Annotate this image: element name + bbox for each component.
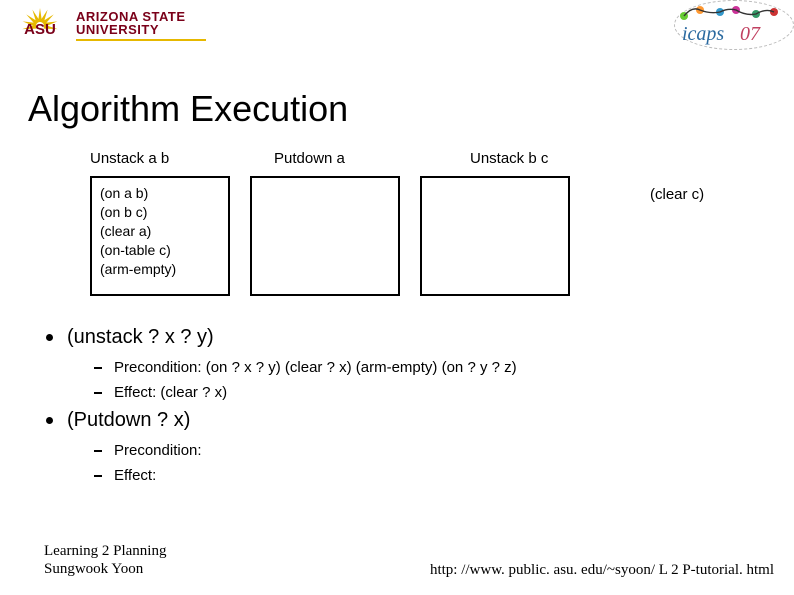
subbullet-text: Effect: (114, 467, 156, 484)
subbullet-unstack-eff: Effect: (clear ? x) (94, 384, 517, 401)
bullet-dash-icon (94, 475, 102, 477)
svg-text:ASU: ASU (24, 21, 56, 38)
bullet-dash-icon (94, 392, 102, 394)
asu-logo: ASU ARIZONA STATE UNIVERSITY (12, 6, 206, 44)
footer-left: Learning 2 Planning Sungwook Yoon (44, 542, 166, 580)
subbullet-text: Precondition: (on ? x ? y) (clear ? x) (… (114, 359, 517, 376)
asu-line2: UNIVERSITY (76, 22, 206, 37)
subbullet-text: Effect: (clear ? x) (114, 384, 227, 401)
step-labels-row: Unstack a b Putdown a Unstack b c (90, 150, 632, 167)
subbullet-putdown-pre: Precondition: (94, 442, 517, 459)
footer-left-line1: Learning 2 Planning (44, 542, 166, 561)
slide-title: Algorithm Execution (28, 88, 348, 130)
bullet-dash-icon (94, 367, 102, 369)
state-line: (on b c) (100, 203, 220, 222)
subbullet-unstack-pre: Precondition: (on ? x ? y) (clear ? x) (… (94, 359, 517, 376)
step-label-2: Putdown a (274, 150, 436, 167)
state-box-1: (on a b) (on b c) (clear a) (on-table c)… (90, 176, 230, 296)
state-line: (arm-empty) (100, 260, 220, 279)
state-boxes: (on a b) (on b c) (clear a) (on-table c)… (90, 176, 570, 296)
asu-wordmark: ARIZONA STATE UNIVERSITY (76, 9, 206, 41)
svg-text:icaps: icaps (682, 23, 724, 45)
subbullet-putdown-eff: Effect: (94, 467, 517, 484)
state-line: (clear a) (100, 222, 220, 241)
state-line: (on-table c) (100, 241, 220, 260)
icaps-logo: icaps 07 (676, 2, 786, 50)
subbullet-text: Precondition: (114, 442, 202, 459)
state-box-2 (250, 176, 400, 296)
asu-sunburst-icon: ASU (12, 6, 70, 44)
asu-underline (76, 39, 206, 41)
state-box-3 (420, 176, 570, 296)
state-line: (on a b) (100, 184, 220, 203)
step-label-3: Unstack b c (470, 150, 632, 167)
footer-right: http: //www. public. asu. edu/~syoon/ L … (430, 562, 774, 579)
bullet-dot-icon (46, 417, 53, 424)
bullet-dash-icon (94, 450, 102, 452)
bullet-unstack: (unstack ? x ? y) (46, 326, 517, 349)
footer-left-line2: Sungwook Yoon (44, 560, 166, 579)
post-state-label: (clear c) (650, 186, 704, 203)
step-label-1: Unstack a b (90, 150, 252, 167)
svg-text:07: 07 (740, 23, 761, 45)
slide: ASU ARIZONA STATE UNIVERSITY icaps 07 (0, 0, 794, 595)
bullet-putdown: (Putdown ? x) (46, 409, 517, 432)
bullet-putdown-text: (Putdown ? x) (67, 409, 190, 432)
bullet-list: (unstack ? x ? y) Precondition: (on ? x … (46, 326, 517, 484)
bullet-dot-icon (46, 334, 53, 341)
bullet-unstack-text: (unstack ? x ? y) (67, 326, 214, 349)
